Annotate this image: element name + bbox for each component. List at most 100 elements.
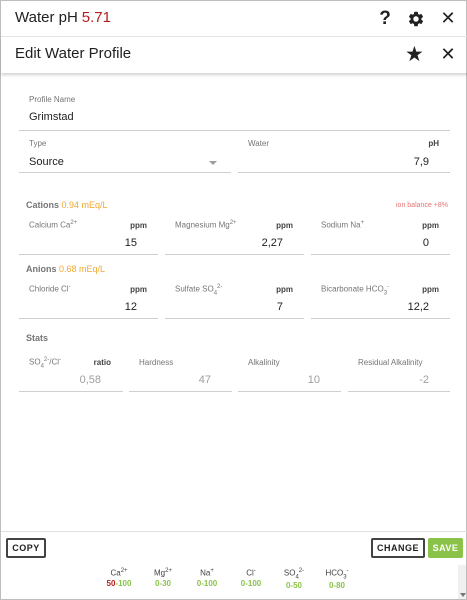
ion-charge: 2- — [298, 568, 305, 574]
bicarbonate-unit: ppm — [422, 285, 439, 294]
ion-symbol: Cl — [246, 568, 254, 578]
water-ph-underline — [238, 172, 450, 173]
ph-unit: pH — [428, 139, 439, 148]
ion-name-hco3: HCO3- — [317, 568, 357, 580]
cations-heading: Cations 0.94 mEq/L — [26, 200, 108, 210]
calcium-underline — [19, 254, 158, 255]
alkalinity-value: 10 — [307, 374, 320, 386]
ion-range-ca: Ca2+ 50-100 — [99, 568, 139, 588]
bicarbonate-label: Bicarbonate HCO3- — [321, 284, 389, 296]
residual-alkalinity-label: Residual Alkalinity — [358, 358, 423, 367]
sulfate-label: Sulfate SO42- — [175, 284, 222, 296]
scroll-down-icon[interactable] — [460, 593, 466, 597]
ratio-label-b-sup: - — [59, 357, 62, 363]
anions-title: Anions — [26, 264, 57, 274]
change-button[interactable]: CHANGE — [371, 538, 425, 558]
magnesium-input[interactable]: 2,27 — [243, 237, 283, 249]
cations-meq: 0.94 mEq/L — [61, 200, 108, 210]
alkalinity-label: Alkalinity — [248, 358, 280, 367]
app-title-text: Water pH — [15, 9, 78, 26]
chloride-charge: - — [68, 284, 71, 290]
type-select[interactable]: Source — [29, 156, 64, 168]
sodium-charge: + — [360, 220, 365, 226]
ion-symbol: Na — [200, 568, 211, 578]
dialog-close-icon[interactable]: ✕ — [440, 44, 456, 65]
ion-subscript: 3 — [343, 574, 347, 581]
ion-symbol: Mg — [154, 568, 166, 578]
calcium-label-text: Calcium Ca — [29, 220, 71, 230]
bicarbonate-charge: - — [387, 284, 390, 290]
sodium-unit: ppm — [422, 221, 439, 230]
bicarbonate-input[interactable]: 12,2 — [389, 301, 429, 313]
magnesium-charge: 2+ — [229, 220, 237, 226]
ion-range-rest: 0-100 — [240, 578, 262, 588]
ion-charge: + — [210, 568, 214, 574]
save-button[interactable]: SAVE — [428, 538, 463, 558]
bicarbonate-underline — [311, 318, 450, 319]
chevron-down-icon[interactable] — [209, 161, 217, 165]
ion-target-na: 0-100 — [187, 579, 227, 588]
ion-range-na: Na+ 0-100 — [187, 568, 227, 588]
calcium-unit: ppm — [130, 221, 147, 230]
footer: COPY CHANGE SAVE Ca2+ 50-100 Mg2+ 0-30 N… — [1, 531, 467, 600]
sodium-label: Sodium Na+ — [321, 220, 364, 230]
bicarbonate-subscript: 3 — [383, 290, 388, 297]
ion-name-so4: SO42- — [274, 568, 314, 580]
hardness-value: 47 — [198, 374, 211, 386]
app-bar: Water pH 5.71 ? ✕ — [1, 1, 467, 37]
ion-symbol: SO — [283, 568, 296, 578]
residual-alkalinity-value: -2 — [419, 374, 429, 386]
calcium-input[interactable]: 15 — [97, 237, 137, 249]
chloride-underline — [19, 318, 158, 319]
chloride-input[interactable]: 12 — [97, 301, 137, 313]
water-ph-input[interactable]: 7,9 — [389, 156, 429, 168]
ion-range-mg: Mg2+ 0-30 — [143, 568, 183, 588]
ion-range-rest: 0-30 — [154, 578, 171, 588]
ion-range-so4: SO42- 0-50 — [274, 568, 314, 590]
app-window: Water pH 5.71 ? ✕ Edit Water Profile ★ ✕ … — [0, 0, 467, 600]
type-label: Type — [29, 139, 47, 148]
ion-range-cl: Cl- 0-100 — [231, 568, 271, 588]
ion-name-ca: Ca2+ — [99, 568, 139, 578]
ion-charge: 2+ — [120, 568, 128, 574]
type-underline — [19, 172, 231, 173]
profile-name-input[interactable]: Grimstad — [29, 111, 74, 123]
ion-range-hco3: HCO3- 0-80 — [317, 568, 357, 590]
sulfate-input[interactable]: 7 — [243, 301, 283, 313]
ion-name-cl: Cl- — [231, 568, 271, 578]
dialog-header: Edit Water Profile ★ ✕ — [1, 37, 467, 73]
magnesium-label-text: Magnesium Mg — [175, 220, 230, 230]
sulfate-underline — [165, 318, 304, 319]
edit-form: Profile Name Grimstad Type Source Water … — [1, 75, 467, 531]
ion-subscript: 4 — [295, 574, 299, 581]
ion-charge: - — [346, 568, 349, 574]
hardness-underline — [129, 391, 232, 392]
close-icon[interactable]: ✕ — [440, 8, 456, 29]
ratio-underline — [19, 391, 123, 392]
app-title: Water pH 5.71 — [15, 9, 111, 26]
sodium-label-text: Sodium Na — [321, 220, 361, 230]
sulfate-charge: 2- — [217, 284, 223, 290]
profile-name-label: Profile Name — [29, 95, 76, 104]
stats-heading: Stats — [26, 333, 49, 343]
ratio-value: 0,58 — [79, 374, 101, 386]
copy-button[interactable]: COPY — [6, 538, 46, 558]
chloride-label: Chloride Cl- — [29, 284, 71, 294]
ion-charge: - — [253, 568, 256, 574]
water-label: Water — [248, 139, 270, 148]
anions-heading: Anions 0.68 mEq/L — [26, 264, 105, 274]
sodium-underline — [311, 254, 450, 255]
gear-icon[interactable] — [407, 10, 425, 28]
ion-target-ca: 50-100 — [99, 579, 139, 588]
magnesium-underline — [165, 254, 304, 255]
bicarbonate-label-text: Bicarbonate HCO — [321, 284, 384, 294]
cations-title: Cations — [26, 200, 60, 210]
ion-name-mg: Mg2+ — [143, 568, 183, 578]
chloride-label-text: Chloride Cl — [29, 284, 69, 294]
sodium-input[interactable]: 0 — [389, 237, 429, 249]
ratio-label-b: /Cl — [49, 357, 60, 367]
star-icon[interactable]: ★ — [405, 42, 424, 67]
help-icon[interactable]: ? — [376, 8, 394, 30]
calcium-label: Calcium Ca2+ — [29, 220, 77, 230]
ion-target-so4: 0-50 — [274, 581, 314, 590]
